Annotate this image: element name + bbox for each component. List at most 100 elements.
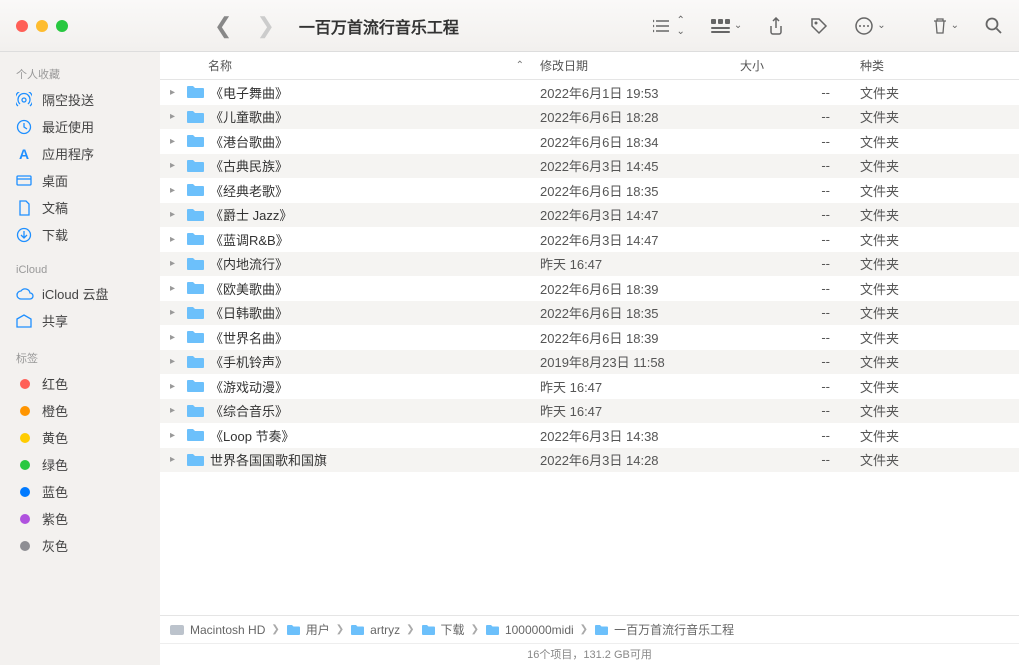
folder-icon	[421, 624, 435, 635]
column-kind[interactable]: 种类	[860, 57, 1019, 74]
path-segment[interactable]: 1000000midi	[505, 623, 574, 637]
search-icon[interactable]	[985, 17, 1003, 35]
folder-icon	[186, 85, 204, 99]
file-row[interactable]: ▸《港台歌曲》2022年6月6日 18:34--文件夹	[160, 129, 1019, 154]
file-row[interactable]: ▸《日韩歌曲》2022年6月6日 18:35--文件夹	[160, 301, 1019, 326]
disclosure-triangle-icon[interactable]: ▸	[170, 430, 180, 441]
disclosure-triangle-icon[interactable]: ▸	[170, 332, 180, 343]
path-segment[interactable]: artryz	[370, 623, 400, 637]
view-list-icon[interactable]: ⌃⌄	[653, 15, 684, 37]
file-date: 昨天 16:47	[540, 401, 740, 420]
path-segment[interactable]: Macintosh HD	[190, 623, 265, 637]
file-kind: 文件夹	[860, 426, 1019, 445]
disclosure-triangle-icon[interactable]: ▸	[170, 454, 180, 465]
sidebar-item-label: 黄色	[42, 428, 68, 447]
file-row[interactable]: ▸世界各国国歌和国旗2022年6月3日 14:28--文件夹	[160, 448, 1019, 473]
file-row[interactable]: ▸《世界名曲》2022年6月6日 18:39--文件夹	[160, 325, 1019, 350]
file-row[interactable]: ▸《爵士 Jazz》2022年6月3日 14:47--文件夹	[160, 203, 1019, 228]
file-row[interactable]: ▸《经典老歌》2022年6月6日 18:35--文件夹	[160, 178, 1019, 203]
disclosure-triangle-icon[interactable]: ▸	[170, 185, 180, 196]
sidebar-item[interactable]: 橙色	[0, 397, 160, 424]
disclosure-triangle-icon[interactable]: ▸	[170, 307, 180, 318]
tag-dot-icon	[20, 433, 30, 443]
tag-icon[interactable]	[810, 17, 828, 35]
file-size: --	[740, 207, 860, 222]
file-row[interactable]: ▸《Loop 节奏》2022年6月3日 14:38--文件夹	[160, 423, 1019, 448]
sidebar-item[interactable]: A应用程序	[0, 140, 160, 167]
disclosure-triangle-icon[interactable]: ▸	[170, 381, 180, 392]
file-row[interactable]: ▸《内地流行》昨天 16:47--文件夹	[160, 252, 1019, 277]
folder-icon	[186, 306, 204, 320]
path-bar: Macintosh HD❯用户❯artryz❯下载❯1000000midi❯一百…	[160, 615, 1019, 643]
cloud-icon	[16, 287, 34, 301]
path-segment[interactable]: 一百万首流行音乐工程	[614, 621, 734, 638]
sidebar-item[interactable]: 红色	[0, 370, 160, 397]
disclosure-triangle-icon[interactable]: ▸	[170, 209, 180, 220]
file-row[interactable]: ▸《欧美歌曲》2022年6月6日 18:39--文件夹	[160, 276, 1019, 301]
sidebar-item[interactable]: 共享	[0, 307, 160, 334]
file-row[interactable]: ▸《儿童歌曲》2022年6月6日 18:28--文件夹	[160, 105, 1019, 130]
file-kind: 文件夹	[860, 181, 1019, 200]
action-menu-icon[interactable]: ⌄	[854, 16, 885, 36]
folder-icon	[186, 110, 204, 124]
sidebar-section-header: 标签	[0, 346, 160, 370]
share-icon[interactable]	[768, 17, 784, 35]
tag-dot-icon	[20, 379, 30, 389]
sidebar-item[interactable]: 蓝色	[0, 478, 160, 505]
file-row[interactable]: ▸《古典民族》2022年6月3日 14:45--文件夹	[160, 154, 1019, 179]
status-bar: 16个项目，131.2 GB可用	[160, 643, 1019, 665]
file-name: 《古典民族》	[210, 156, 288, 175]
disclosure-triangle-icon[interactable]: ▸	[170, 234, 180, 245]
column-size[interactable]: 大小	[740, 57, 860, 74]
path-segment[interactable]: 用户	[306, 621, 330, 638]
file-row[interactable]: ▸《综合音乐》昨天 16:47--文件夹	[160, 399, 1019, 424]
sidebar-item[interactable]: 紫色	[0, 505, 160, 532]
disclosure-triangle-icon[interactable]: ▸	[170, 405, 180, 416]
sidebar-item[interactable]: 下载	[0, 221, 160, 248]
file-name: 《综合音乐》	[210, 401, 288, 420]
zoom-window-button[interactable]	[56, 20, 68, 32]
sidebar-item[interactable]: 灰色	[0, 532, 160, 559]
file-date: 2022年6月3日 14:45	[540, 156, 740, 175]
sidebar-item[interactable]: 文稿	[0, 194, 160, 221]
column-date[interactable]: 修改日期	[540, 57, 740, 74]
disclosure-triangle-icon[interactable]: ▸	[170, 283, 180, 294]
sidebar-item-label: 灰色	[42, 536, 68, 555]
file-size: --	[740, 256, 860, 271]
file-row[interactable]: ▸《手机铃声》2019年8月23日 11:58--文件夹	[160, 350, 1019, 375]
file-row[interactable]: ▸《电子舞曲》2022年6月1日 19:53--文件夹	[160, 80, 1019, 105]
sidebar-item[interactable]: 绿色	[0, 451, 160, 478]
desktop-icon	[16, 173, 34, 189]
file-size: --	[740, 281, 860, 296]
file-name: 《儿童歌曲》	[210, 107, 288, 126]
forward-button[interactable]: ❯	[248, 13, 282, 39]
disclosure-triangle-icon[interactable]: ▸	[170, 356, 180, 367]
sidebar-item-label: 紫色	[42, 509, 68, 528]
file-size: --	[740, 354, 860, 369]
disclosure-triangle-icon[interactable]: ▸	[170, 87, 180, 98]
file-date: 昨天 16:47	[540, 377, 740, 396]
group-by-icon[interactable]: ⌄	[711, 19, 742, 33]
sidebar-item[interactable]: 桌面	[0, 167, 160, 194]
sidebar-item[interactable]: 隔空投送	[0, 86, 160, 113]
sidebar-item[interactable]: 黄色	[0, 424, 160, 451]
disclosure-triangle-icon[interactable]: ▸	[170, 258, 180, 269]
back-button[interactable]: ❮	[206, 13, 240, 39]
sidebar-item[interactable]: 最近使用	[0, 113, 160, 140]
sidebar-item[interactable]: iCloud 云盘	[0, 280, 160, 307]
doc-icon	[16, 200, 34, 216]
disclosure-triangle-icon[interactable]: ▸	[170, 136, 180, 147]
minimize-window-button[interactable]	[36, 20, 48, 32]
disclosure-triangle-icon[interactable]: ▸	[170, 160, 180, 171]
trash-icon[interactable]: ⌄	[932, 17, 959, 35]
airdrop-icon	[16, 92, 34, 108]
disclosure-triangle-icon[interactable]: ▸	[170, 111, 180, 122]
path-separator-icon: ❯	[580, 624, 588, 635]
file-size: --	[740, 232, 860, 247]
file-name: 《蓝调R&B》	[210, 230, 289, 249]
column-name[interactable]: 名称⌃	[160, 57, 540, 74]
file-row[interactable]: ▸《蓝调R&B》2022年6月3日 14:47--文件夹	[160, 227, 1019, 252]
path-segment[interactable]: 下载	[441, 621, 465, 638]
file-row[interactable]: ▸《游戏动漫》昨天 16:47--文件夹	[160, 374, 1019, 399]
close-window-button[interactable]	[16, 20, 28, 32]
